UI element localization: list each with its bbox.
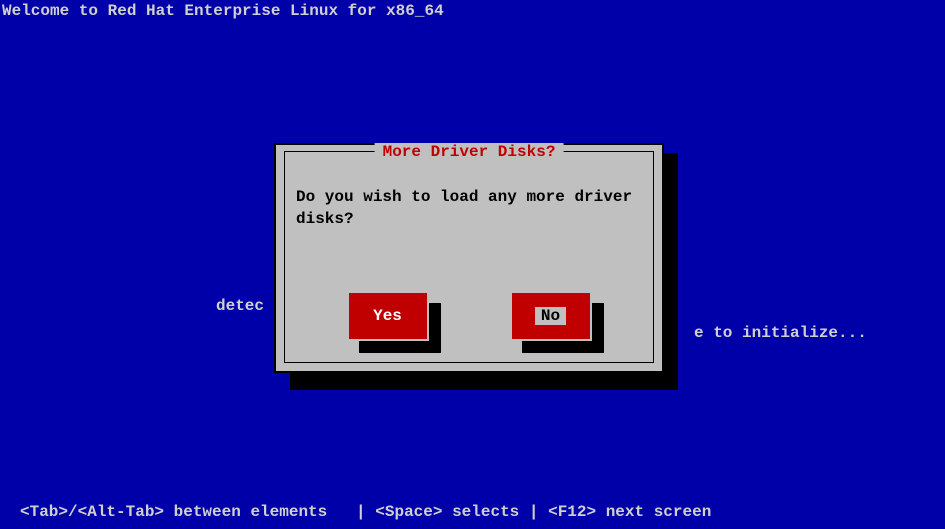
- yes-button[interactable]: Yes: [347, 291, 429, 341]
- no-button[interactable]: No: [510, 291, 592, 341]
- yes-button-label: Yes: [373, 307, 402, 325]
- dialog-title: More Driver Disks?: [375, 143, 564, 161]
- no-button-label: No: [535, 307, 566, 325]
- background-text-left: detec: [216, 297, 264, 315]
- welcome-header: Welcome to Red Hat Enterprise Linux for …: [2, 2, 444, 20]
- background-text-right: e to initialize...: [694, 324, 867, 342]
- dialog-message: Do you wish to load any more driver disk…: [296, 187, 642, 230]
- button-row: Yes No: [276, 291, 662, 341]
- driver-disk-dialog: More Driver Disks? Do you wish to load a…: [274, 143, 664, 373]
- footer-hints: <Tab>/<Alt-Tab> between elements | <Spac…: [20, 503, 711, 521]
